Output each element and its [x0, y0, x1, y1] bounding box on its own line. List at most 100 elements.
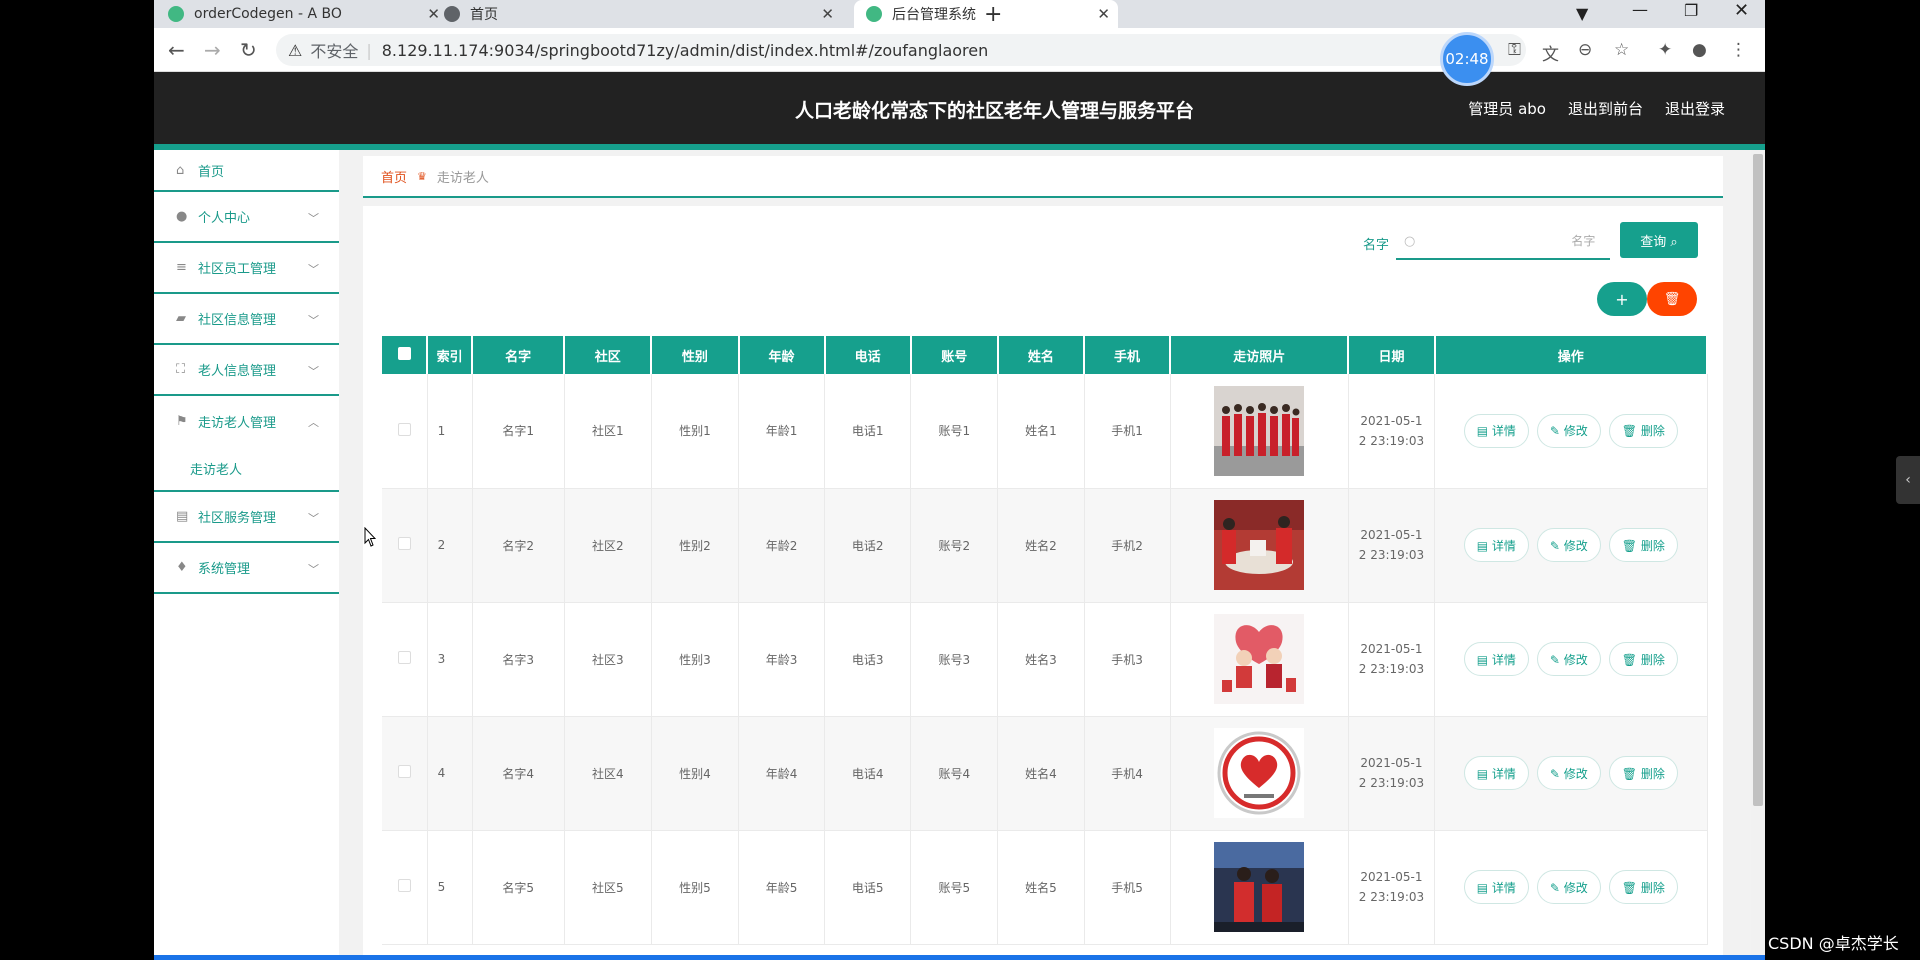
- cell-mobile: 手机4: [1084, 716, 1171, 831]
- sidebar-item-visit-management[interactable]: ⚑ 走访老人管理 ︿: [154, 396, 339, 447]
- select-all-checkbox-cell[interactable]: [382, 336, 429, 374]
- visit-photo-image[interactable]: [1214, 500, 1305, 590]
- cell-gender: 性别3: [651, 602, 740, 717]
- side-panel-chevron-icon[interactable]: ‹: [1896, 456, 1920, 504]
- tab-ordercodegen[interactable]: orderCodegen - A BO ✕: [168, 0, 448, 28]
- delete-button[interactable]: 🗑 删除: [1608, 413, 1678, 448]
- row-checkbox[interactable]: [397, 537, 411, 550]
- cell-phone: 电话1: [824, 374, 912, 489]
- cell-account: 账号5: [910, 830, 999, 945]
- sidebar-item-label: 社区员工管理: [198, 262, 277, 277]
- exit-to-front-link[interactable]: 退出到前台: [1568, 98, 1643, 119]
- select-all-checkbox[interactable]: [397, 346, 411, 360]
- add-button[interactable]: +: [1597, 282, 1647, 316]
- row-checkbox-cell[interactable]: [382, 602, 428, 717]
- profile-icon[interactable]: ●: [1692, 40, 1707, 60]
- translate-icon[interactable]: 文: [1542, 40, 1559, 65]
- cell-date: 2021-05-1 2 23:19:03: [1348, 374, 1436, 489]
- back-arrow-icon[interactable]: ←: [168, 38, 185, 62]
- close-icon[interactable]: ✕: [427, 5, 440, 23]
- search-input[interactable]: [1415, 234, 1596, 248]
- zoom-icon[interactable]: ⊖: [1578, 40, 1592, 60]
- forward-arrow-icon[interactable]: →: [204, 38, 221, 62]
- chevron-down-icon: ﹀: [308, 512, 319, 525]
- col-header: 走访照片: [1170, 336, 1350, 374]
- delete-button[interactable]: 🗑 删除: [1608, 528, 1678, 562]
- delete-button[interactable]: 🗑 删除: [1608, 756, 1678, 790]
- sidebar-item-community-info[interactable]: ▰ 社区信息管理 ﹀: [154, 294, 339, 345]
- logout-link[interactable]: 退出登录: [1665, 98, 1725, 119]
- cell-community: 社区2: [564, 488, 652, 603]
- visit-photo-image[interactable]: [1214, 842, 1305, 932]
- sidebar-item-system[interactable]: ♦ 系统管理 ﹀: [154, 543, 339, 594]
- url-field[interactable]: ⚠ 不安全 | 8.129.11.174:9034/springbootd71z…: [276, 34, 1526, 66]
- detail-button[interactable]: ▤ 详情: [1463, 642, 1529, 676]
- sidebar-item-personal-center[interactable]: ● 个人中心 ﹀: [154, 192, 339, 243]
- cell-date: 2021-05-1 2 23:19:03: [1348, 716, 1436, 831]
- edit-button[interactable]: ✎ 修改: [1536, 756, 1601, 790]
- row-checkbox-cell[interactable]: [382, 374, 428, 489]
- globe-icon: [444, 6, 460, 22]
- cell-photo: [1170, 374, 1349, 489]
- edit-button[interactable]: ✎ 修改: [1536, 413, 1601, 448]
- key-icon[interactable]: ⚿: [1508, 40, 1521, 60]
- query-button[interactable]: 查询 ⌕: [1620, 222, 1698, 258]
- edit-button[interactable]: ✎ 修改: [1536, 528, 1601, 562]
- cell-phone: 电话3: [824, 602, 912, 717]
- delete-button[interactable]: 🗑 删除: [1608, 870, 1678, 904]
- volunteer-logo-image[interactable]: [1214, 728, 1305, 818]
- table-header-row: 索引 名字 社区 性别 年龄 电话 账号 姓名 手机 走访照片 日期 操作: [382, 336, 1709, 374]
- row-checkbox[interactable]: [397, 422, 411, 436]
- reload-icon[interactable]: ↻: [240, 38, 257, 62]
- breadcrumb: 首页 ♛ 走访老人: [363, 156, 1723, 198]
- tab-title: orderCodegen - A BO: [194, 6, 342, 22]
- row-checkbox-cell[interactable]: [382, 830, 428, 945]
- bookmark-star-icon[interactable]: ☆: [1614, 40, 1629, 60]
- col-header: 电话: [824, 336, 912, 374]
- sidebar-subitem-visit-elder[interactable]: 走访老人: [154, 447, 339, 492]
- visit-photo-image[interactable]: [1214, 385, 1305, 476]
- row-checkbox-cell[interactable]: [382, 716, 428, 831]
- delete-button[interactable]: 🗑 删除: [1608, 642, 1678, 676]
- visit-photo-image[interactable]: [1214, 614, 1305, 704]
- row-checkbox[interactable]: [397, 651, 411, 664]
- batch-delete-button[interactable]: 🗑: [1647, 282, 1697, 316]
- cell-account: 账号1: [910, 374, 999, 489]
- page-scrollbar[interactable]: [1751, 150, 1765, 960]
- data-table: 索引 名字 社区 性别 年龄 电话 账号 姓名 手机 走访照片 日期 操作 1 …: [382, 336, 1709, 945]
- menu-dots-icon[interactable]: ⋮: [1730, 40, 1747, 60]
- cell-account: 账号2: [910, 488, 999, 603]
- breadcrumb-home[interactable]: 首页: [381, 167, 407, 186]
- cell-community: 社区5: [564, 830, 652, 945]
- col-header: 性别: [651, 336, 740, 374]
- tab-home[interactable]: 首页 ✕: [444, 0, 844, 28]
- cell-index: 5: [427, 830, 473, 945]
- sidebar-item-elder-info[interactable]: ⛶ 老人信息管理 ﹀: [154, 345, 339, 396]
- close-icon[interactable]: ✕: [821, 5, 834, 23]
- close-icon[interactable]: ✕: [1097, 5, 1110, 23]
- detail-button[interactable]: ▤ 详情: [1463, 413, 1529, 448]
- minimize-icon[interactable]: —: [1632, 0, 1648, 19]
- window-close-icon[interactable]: ✕: [1734, 0, 1749, 21]
- detail-button[interactable]: ▤ 详情: [1463, 756, 1529, 790]
- edit-button[interactable]: ✎ 修改: [1536, 642, 1601, 676]
- scrollbar-thumb[interactable]: [1753, 154, 1763, 806]
- row-checkbox[interactable]: [397, 879, 411, 892]
- detail-button[interactable]: ▤ 详情: [1463, 528, 1529, 562]
- row-checkbox-cell[interactable]: [382, 488, 428, 603]
- edit-button[interactable]: ✎ 修改: [1536, 870, 1601, 904]
- table-row: 1 名字1 社区1 性别1 年龄1 电话1 账号1 姓名1 手机1 2021-0…: [382, 374, 1708, 489]
- cell-gender: 性别4: [651, 716, 740, 831]
- detail-button[interactable]: ▤ 详情: [1463, 870, 1529, 904]
- row-checkbox[interactable]: [397, 765, 411, 778]
- restore-icon[interactable]: ❐: [1684, 1, 1698, 20]
- tab-search-icon[interactable]: ▼: [1576, 4, 1588, 23]
- cell-mobile: 手机5: [1084, 830, 1171, 945]
- new-tab-plus-icon[interactable]: +: [984, 2, 1002, 27]
- extensions-icon[interactable]: ✦: [1658, 40, 1672, 60]
- sidebar-item-home[interactable]: ⌂ 首页: [154, 150, 339, 192]
- sidebar-item-staff[interactable]: ≡ 社区员工管理 ﹀: [154, 243, 339, 294]
- watermark: CSDN @卓杰学长: [1768, 934, 1899, 953]
- col-header: 索引: [427, 336, 474, 374]
- sidebar-item-community-service[interactable]: ▤ 社区服务管理 ﹀: [154, 492, 339, 543]
